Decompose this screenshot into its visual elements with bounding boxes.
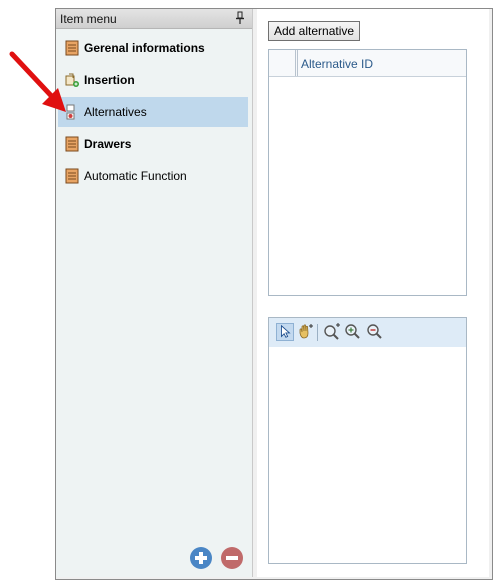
- grid-header: Alternative ID: [269, 50, 466, 77]
- item-menu-panel: Item menu Gerenal informations Insertion: [56, 9, 253, 577]
- zoom-in-icon[interactable]: [323, 323, 341, 341]
- menu-item-insertion[interactable]: Insertion: [58, 65, 248, 95]
- add-item-button[interactable]: [190, 547, 212, 569]
- menu-item-label: Automatic Function: [84, 169, 187, 183]
- remove-item-button[interactable]: [221, 547, 243, 569]
- menu-item-automatic-function[interactable]: Automatic Function: [58, 161, 248, 191]
- add-alternative-button[interactable]: Add alternative: [268, 21, 361, 41]
- menu-item-label: Insertion: [84, 73, 135, 87]
- row-header-corner[interactable]: [269, 50, 296, 76]
- zoom-out-icon[interactable]: [366, 323, 384, 341]
- menu-item-label: Alternatives: [84, 105, 147, 119]
- viewer-toolbar: [269, 318, 466, 347]
- alternatives-grid[interactable]: Alternative ID: [268, 49, 467, 296]
- menu-item-drawers[interactable]: Drawers: [58, 129, 248, 159]
- item-menu-header: Item menu: [56, 9, 252, 29]
- column-header-alternative-id[interactable]: Alternative ID: [297, 50, 466, 76]
- menu-item-alternatives[interactable]: Alternatives: [58, 97, 248, 127]
- orange-item-icon: [65, 168, 79, 184]
- pin-icon[interactable]: [235, 11, 245, 25]
- menu-item-label: Gerenal informations: [84, 41, 205, 55]
- zoom-icon[interactable]: [344, 323, 362, 341]
- annotation-arrow: [9, 51, 66, 112]
- column-header-label: Alternative ID: [301, 57, 374, 71]
- menu-item-label: Drawers: [84, 137, 132, 151]
- menu-item-general-informations[interactable]: Gerenal informations: [58, 33, 248, 63]
- orange-item-icon: [65, 136, 79, 152]
- pan-hand-icon[interactable]: [296, 323, 314, 341]
- preview-viewer[interactable]: [268, 317, 467, 564]
- toolbar-separator: [317, 324, 318, 341]
- select-pointer-icon[interactable]: [276, 323, 294, 341]
